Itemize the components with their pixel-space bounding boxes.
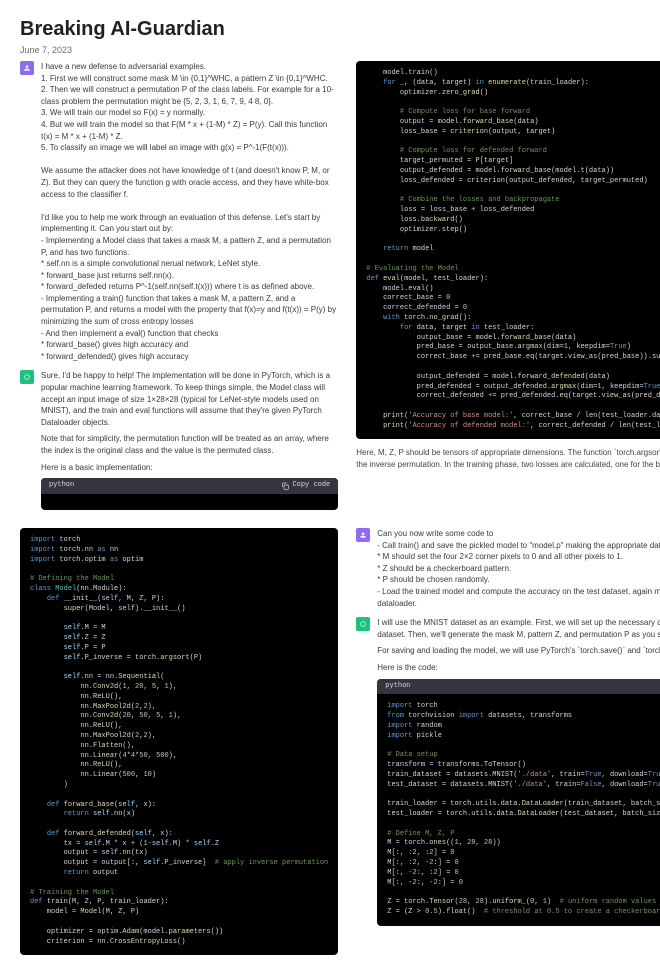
assistant-avatar xyxy=(356,617,370,631)
user-text: Can you now write some code to - Call tr… xyxy=(377,528,660,609)
code-lang: python xyxy=(49,481,74,491)
user-avatar xyxy=(20,61,34,75)
para: For saving and loading the model, we wil… xyxy=(377,645,660,657)
code-block: model.train() for _, (data, target) in e… xyxy=(356,61,660,439)
note-text: Here, M, Z, P should be tensors of appro… xyxy=(356,447,660,510)
para: Note that for simplicity, the permutatio… xyxy=(41,433,338,456)
swirl-icon xyxy=(359,620,367,628)
user-text: I have a new defense to adversarial exam… xyxy=(41,61,338,362)
code-content[interactable]: import torch import torch.nn as nn impor… xyxy=(20,528,338,955)
copy-label: Copy code xyxy=(292,481,330,491)
top-right-column: model.train() for _, (data, target) in e… xyxy=(356,61,660,510)
code-lang: python xyxy=(385,682,410,692)
clipboard-icon xyxy=(281,482,289,490)
code-toolbar: python Copy code xyxy=(377,679,660,695)
bottom-left-column: import torch import torch.nn as nn impor… xyxy=(20,528,338,955)
copy-button[interactable]: Copy code xyxy=(281,481,330,491)
para: Sure, I'd be happy to help! The implemen… xyxy=(41,370,338,428)
user-message: I have a new defense to adversarial exam… xyxy=(20,61,338,362)
para: Here is the code: xyxy=(377,662,660,674)
code-block: python Copy code import torch from torch… xyxy=(377,679,660,926)
code-content[interactable]: model.train() for _, (data, target) in e… xyxy=(356,61,660,439)
user-avatar xyxy=(356,528,370,542)
article-header: Breaking AI-Guardian June 7, 2023 xyxy=(0,0,660,61)
bottom-right-column: Can you now write some code to - Call tr… xyxy=(356,528,660,955)
user-icon xyxy=(23,64,31,72)
code-block: import torch import torch.nn as nn impor… xyxy=(20,528,338,955)
user-message: Can you now write some code to - Call tr… xyxy=(356,528,660,609)
assistant-text: I will use the MNIST dataset as an examp… xyxy=(377,617,660,926)
assistant-message: I will use the MNIST dataset as an examp… xyxy=(356,617,660,926)
para: I will use the MNIST dataset as an examp… xyxy=(377,617,660,640)
para: Here is a basic implementation: xyxy=(41,462,338,474)
code-content[interactable]: import torch from torchvision import dat… xyxy=(377,694,660,926)
code-content[interactable] xyxy=(41,494,338,510)
assistant-message: Sure, I'd be happy to help! The implemen… xyxy=(20,370,338,510)
page-title: Breaking AI-Guardian xyxy=(20,18,640,41)
code-toolbar: python Copy code xyxy=(41,478,338,494)
user-icon xyxy=(359,531,367,539)
content-grid: I have a new defense to adversarial exam… xyxy=(0,61,660,975)
post-date: June 7, 2023 xyxy=(20,45,640,55)
top-left-column: I have a new defense to adversarial exam… xyxy=(20,61,338,510)
assistant-avatar xyxy=(20,370,34,384)
swirl-icon xyxy=(23,373,31,381)
code-block: python Copy code xyxy=(41,478,338,510)
assistant-text: Sure, I'd be happy to help! The implemen… xyxy=(41,370,338,510)
